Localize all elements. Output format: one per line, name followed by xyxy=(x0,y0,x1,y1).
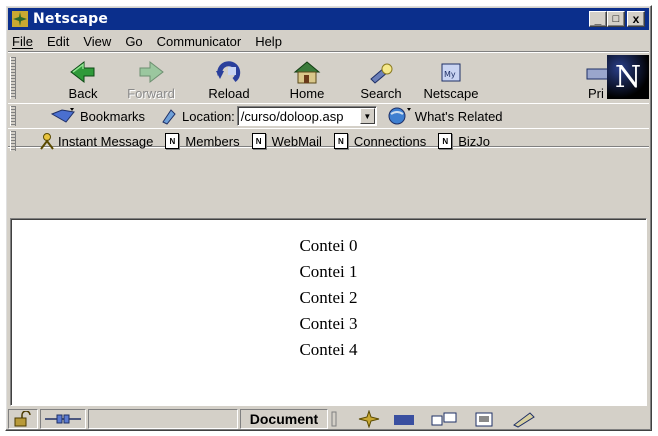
svg-text:My: My xyxy=(444,70,456,79)
url-dropdown-arrow-icon[interactable]: ▼ xyxy=(359,108,375,124)
window-title: Netscape xyxy=(33,11,109,27)
progress-bar xyxy=(88,409,238,429)
instant-message-button[interactable]: Instant Message xyxy=(38,132,153,150)
netscape-label: Netscape xyxy=(423,86,479,101)
toolbar-grip[interactable] xyxy=(10,131,16,151)
back-button[interactable]: Back xyxy=(50,57,116,101)
bizjournal-label: BizJo xyxy=(458,133,490,149)
mail-icon[interactable] xyxy=(384,410,424,428)
netscape-logo[interactable]: N xyxy=(607,55,649,99)
content-line: Contei 4 xyxy=(299,340,358,359)
security-lock-icon[interactable] xyxy=(8,409,38,429)
location-toolbar: Bookmarks Location: /curso/doloop.asp ▼ xyxy=(8,103,649,127)
content-line: Contei 1 xyxy=(299,262,358,281)
my-netscape-icon: My xyxy=(441,63,461,82)
component-bar xyxy=(330,409,544,429)
status-bar: Document xyxy=(8,408,649,430)
bizjournal-button[interactable]: N BizJo xyxy=(438,133,490,149)
instant-message-person-icon xyxy=(40,133,54,150)
netscape-logo-letter: N xyxy=(614,59,642,95)
status-text: Document xyxy=(240,409,328,429)
url-field[interactable]: /curso/doloop.asp ▼ xyxy=(236,106,377,126)
search-flashlight-icon xyxy=(370,63,393,84)
page-content[interactable]: Contei 0 Contei 1 Contei 2 Contei 3 Cont… xyxy=(10,218,647,406)
whats-related-button[interactable]: What's Related xyxy=(385,106,503,126)
home-label: Home xyxy=(289,86,325,101)
bookmark-page-icon: N xyxy=(251,133,266,149)
menu-edit[interactable]: Edit xyxy=(47,34,69,49)
webmail-label: WebMail xyxy=(271,133,322,149)
menu-communicator[interactable]: Communicator xyxy=(157,34,242,49)
bookmark-page-icon: N xyxy=(333,133,348,149)
menu-file[interactable]: File xyxy=(12,34,33,49)
forward-arrow-icon xyxy=(139,60,164,84)
search-button[interactable]: Search xyxy=(348,57,414,101)
close-button[interactable]: x xyxy=(627,11,645,27)
netscape-app-icon xyxy=(12,11,28,27)
reload-icon xyxy=(216,61,241,83)
back-label: Back xyxy=(68,86,98,101)
connections-button[interactable]: N Connections xyxy=(333,133,427,149)
title-bar[interactable]: Netscape _ □ x xyxy=(8,8,649,30)
reload-button[interactable]: Reload xyxy=(196,57,262,101)
content-line: Contei 3 xyxy=(299,314,358,333)
whats-related-label: What's Related xyxy=(414,108,503,124)
connections-label: Connections xyxy=(353,133,427,149)
menu-bar: File Edit View Go Communicator Help xyxy=(8,32,649,52)
forward-button[interactable]: Forward xyxy=(118,57,184,101)
menu-view[interactable]: View xyxy=(83,34,111,49)
instant-message-label: Instant Message xyxy=(58,133,154,149)
toolbar-grip[interactable] xyxy=(10,106,16,126)
component-bar-grip-icon[interactable] xyxy=(330,410,354,428)
bookmark-page-icon: N xyxy=(438,133,453,149)
bookmark-page-icon: N xyxy=(165,133,180,149)
toolbar-grip[interactable] xyxy=(10,57,16,99)
page-proxy-icon[interactable] xyxy=(159,106,179,126)
newsgroups-icon[interactable] xyxy=(424,410,464,428)
content-text-block: Contei 0 Contei 1 Contei 2 Contei 3 Cont… xyxy=(11,233,646,363)
print-label: Pri xyxy=(588,86,604,101)
bookmarks-button[interactable]: Bookmarks xyxy=(50,106,145,126)
bookmarks-label: Bookmarks xyxy=(80,108,146,124)
my-netscape-button[interactable]: My Netscape xyxy=(418,57,484,101)
reload-label: Reload xyxy=(208,86,250,101)
members-button[interactable]: N Members xyxy=(165,133,240,149)
minimize-button[interactable]: _ xyxy=(589,11,607,27)
navigator-icon[interactable] xyxy=(354,410,384,428)
url-text: /curso/doloop.asp xyxy=(240,108,344,124)
online-connection-icon[interactable] xyxy=(40,409,86,429)
webmail-button[interactable]: N WebMail xyxy=(251,133,322,149)
bookmarks-icon xyxy=(50,108,75,123)
whats-related-icon xyxy=(388,107,411,125)
address-book-icon[interactable] xyxy=(464,410,504,428)
location-text: Location: xyxy=(182,108,235,124)
location-label: Location: xyxy=(159,106,235,126)
personal-toolbar: Instant Message N Members N WebMail N Co… xyxy=(8,128,649,152)
home-icon xyxy=(293,61,321,84)
browser-window: Netscape _ □ x File Edit View Go Communi… xyxy=(5,5,652,431)
maximize-button[interactable]: □ xyxy=(607,11,625,27)
members-label: Members xyxy=(185,133,240,149)
content-line: Contei 0 xyxy=(299,236,358,255)
back-arrow-icon xyxy=(70,60,95,84)
composer-icon[interactable] xyxy=(504,410,544,428)
search-label: Search xyxy=(360,86,402,101)
menu-help[interactable]: Help xyxy=(255,34,282,49)
content-line: Contei 2 xyxy=(299,288,358,307)
toolbars: Back Forward Reload Home Search My Netsc… xyxy=(8,55,649,151)
navigation-toolbar: Back Forward Reload Home Search My Netsc… xyxy=(8,55,649,101)
menu-go[interactable]: Go xyxy=(125,34,142,49)
forward-label: Forward xyxy=(127,86,175,101)
home-button[interactable]: Home xyxy=(274,57,340,101)
